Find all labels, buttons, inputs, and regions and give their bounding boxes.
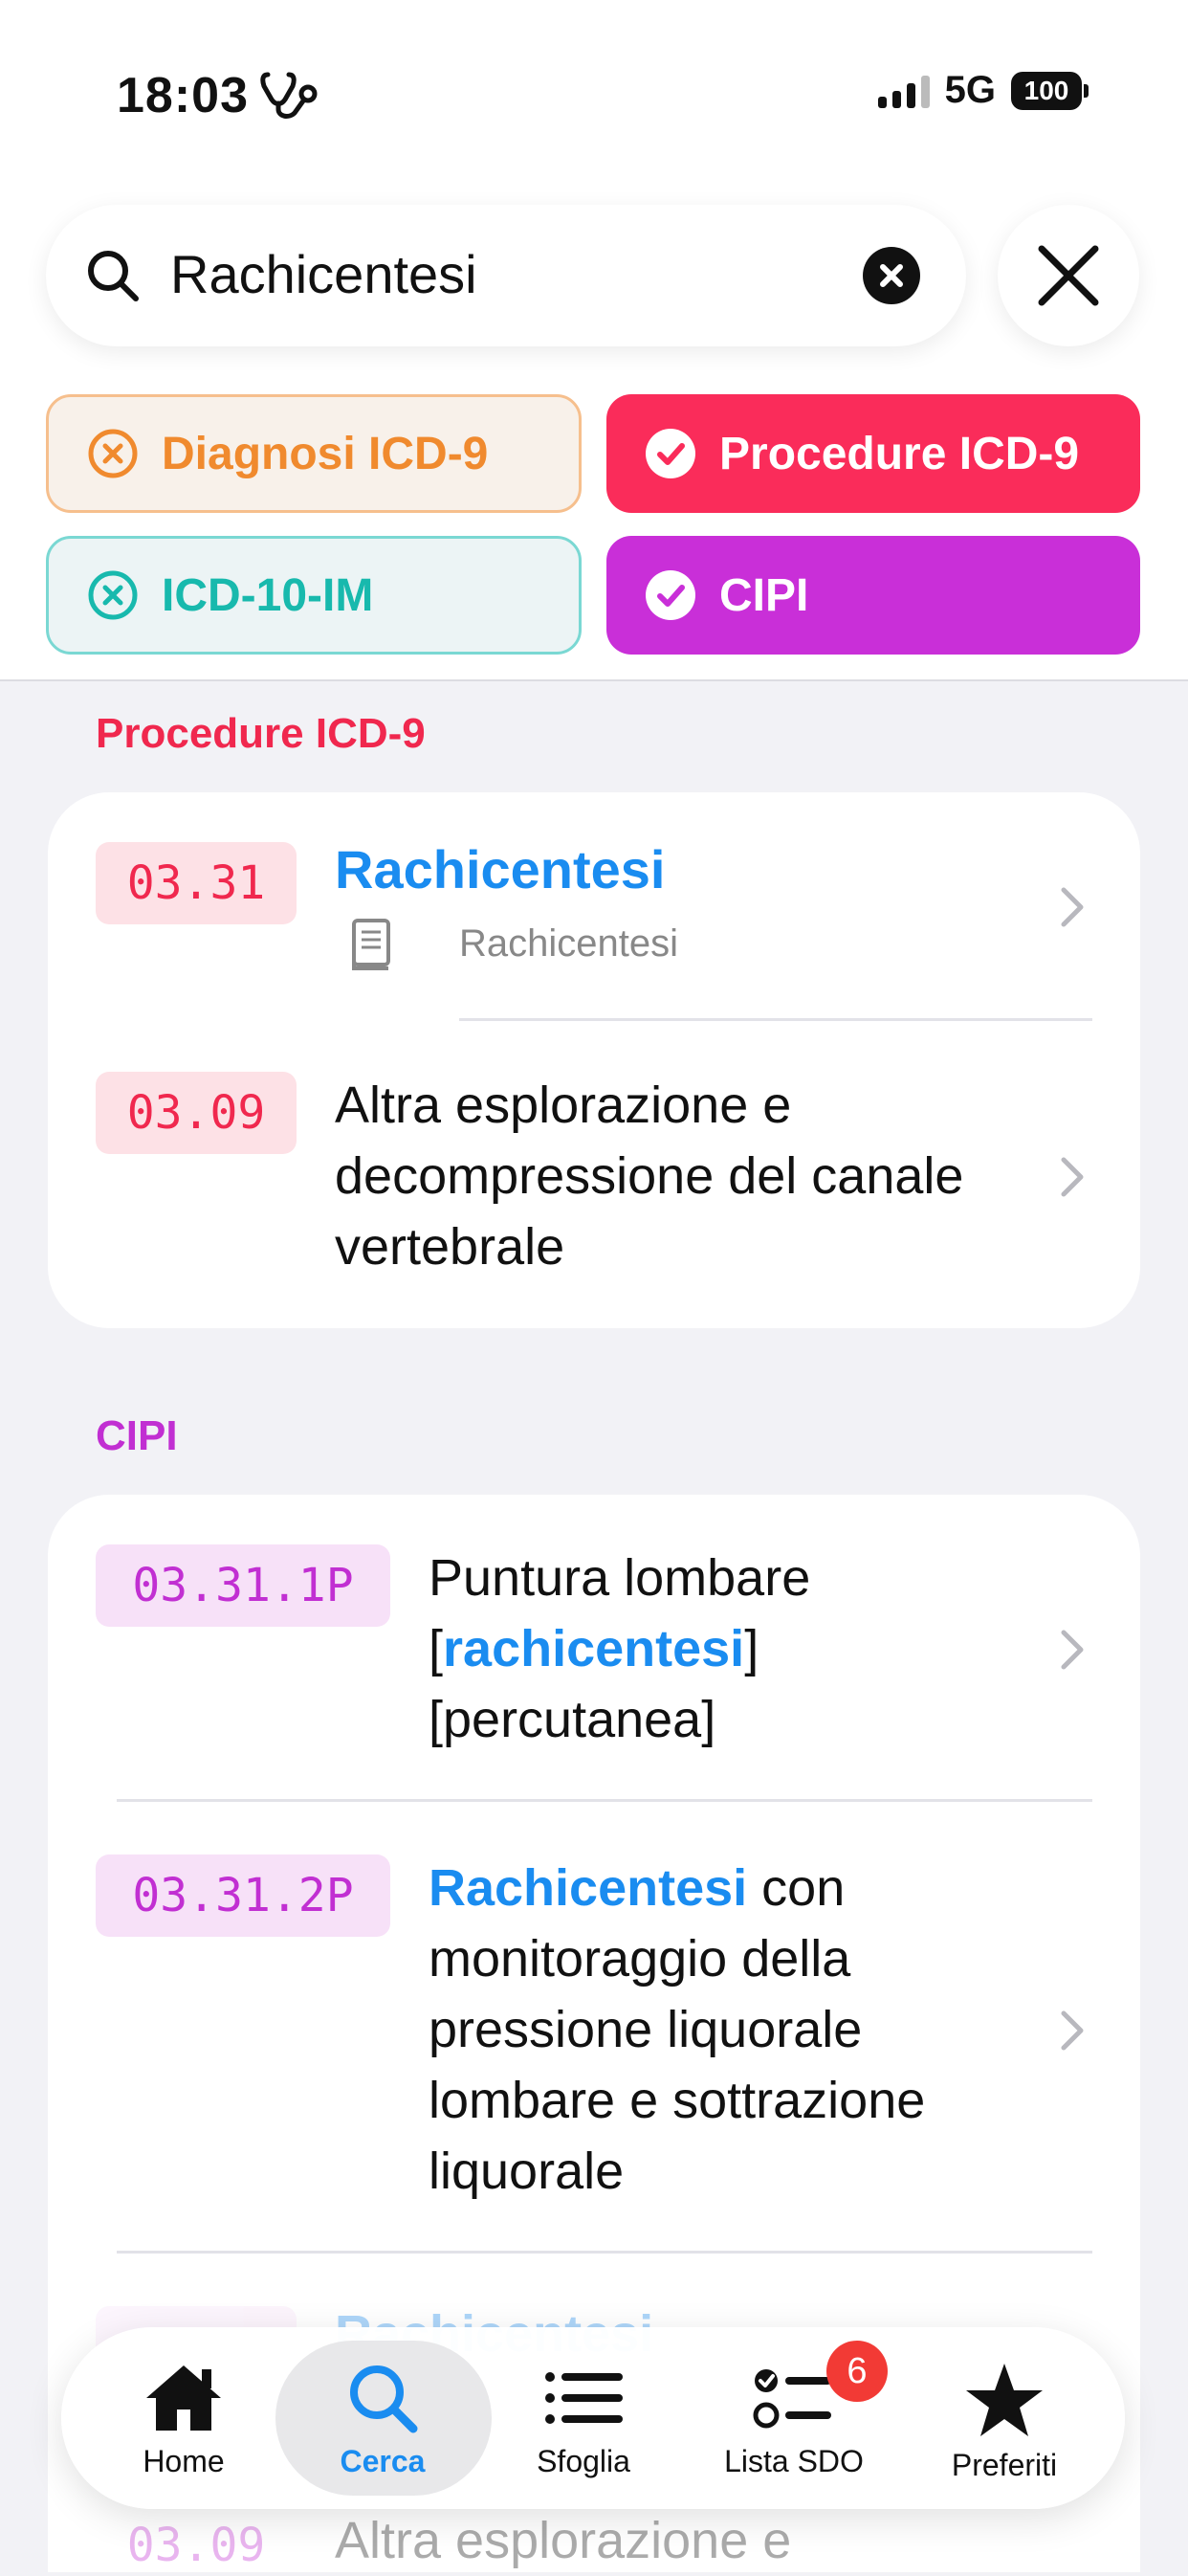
- code-badge: 03.31: [96, 842, 297, 924]
- result-subtitle: Rachicentesi: [459, 922, 679, 965]
- chevron-right-icon: [1061, 887, 1084, 927]
- house-icon: [146, 2365, 221, 2431]
- desc-line: Puntura lombare: [429, 1549, 811, 1607]
- filter-cipi[interactable]: CIPI: [606, 536, 1140, 655]
- filter-diagnosi-icd9[interactable]: Diagnosi ICD-9: [46, 394, 582, 513]
- status-time: 18:03: [117, 68, 249, 123]
- desc-line: Altra esplorazione e: [335, 2512, 792, 2569]
- battery-icon: 100: [1011, 71, 1089, 110]
- divider: [459, 1018, 1092, 1021]
- close-search-button[interactable]: [998, 205, 1139, 346]
- tab-browse[interactable]: Sfoglia: [488, 2327, 679, 2509]
- section-title-cipi: CIPI: [96, 1412, 178, 1459]
- bracket: ]: [744, 1620, 759, 1677]
- clear-icon: [880, 264, 903, 287]
- tab-label: Home: [143, 2444, 225, 2478]
- desc-line: decompressione del canale: [335, 1147, 964, 1205]
- tab-label: Lista SDO: [724, 2444, 864, 2478]
- result-title: Rachicentesi: [335, 839, 666, 899]
- search-input[interactable]: Rachicentesi: [170, 243, 477, 305]
- desc-line: pressione liquorale: [429, 2001, 863, 2058]
- filter-label: ICD-10-IM: [162, 569, 374, 621]
- checkmark-circle-icon: [646, 570, 695, 620]
- tab-label: Preferiti: [951, 2448, 1058, 2482]
- filter-label: Diagnosi ICD-9: [162, 428, 489, 479]
- result-description: Altra esplorazione e decompressione del …: [335, 1070, 1023, 1282]
- desc-line: Rachicentesi con: [429, 1853, 1041, 1923]
- desc-line: liquorale: [429, 2143, 625, 2200]
- search-icon: [88, 251, 139, 301]
- desc-line: vertebrale: [335, 1218, 565, 1276]
- tab-home[interactable]: Home: [88, 2327, 279, 2509]
- list-icon: [545, 2372, 623, 2424]
- result-description: Puntura lombare [rachicentesi] [percutan…: [429, 1543, 1041, 1755]
- close-icon: [1038, 245, 1099, 306]
- checkmark-circle-icon: [646, 429, 695, 478]
- desc-line: lombare e sottrazione: [429, 2072, 926, 2129]
- search-highlight: rachicentesi: [443, 1620, 745, 1677]
- code-badge: 03.09: [126, 2519, 266, 2572]
- code-badge: 03.09: [96, 1072, 297, 1154]
- chevron-right-icon: [1061, 1157, 1084, 1197]
- tab-label: Sfoglia: [537, 2444, 630, 2478]
- checklist-icon: [753, 2369, 831, 2429]
- x-circle-icon: [88, 570, 138, 620]
- divider: [117, 1799, 1092, 1802]
- network-type: 5G: [944, 69, 996, 111]
- desc-line: Altra esplorazione e: [335, 1077, 792, 1134]
- stethoscope-icon: [260, 72, 318, 119]
- code-badge: 03.31.1P: [96, 1544, 390, 1627]
- x-circle-icon: [88, 429, 138, 478]
- tab-label: Cerca: [340, 2444, 426, 2478]
- magnifier-icon: [350, 2365, 418, 2433]
- filter-label: Procedure ICD-9: [719, 428, 1080, 479]
- tab-search[interactable]: Cerca: [287, 2327, 478, 2509]
- filter-label: CIPI: [719, 569, 809, 621]
- desc-line: [rachicentesi]: [429, 1613, 1041, 1684]
- result-description: Rachicentesi con monitoraggio della pres…: [429, 1853, 1041, 2207]
- tab-favorites[interactable]: Preferiti: [909, 2327, 1100, 2509]
- chevron-right-icon: [1061, 2010, 1084, 2051]
- clear-search-button[interactable]: [863, 247, 920, 304]
- battery-level: 100: [1011, 71, 1082, 110]
- book-icon: [352, 919, 390, 970]
- bracket: [: [429, 1620, 444, 1677]
- search-highlight: Rachicentesi: [429, 1859, 748, 1917]
- desc-line: monitoraggio della: [429, 1930, 851, 1988]
- notification-badge: 6: [826, 2341, 888, 2402]
- status-indicators: 5G 100: [877, 69, 1089, 112]
- divider: [117, 2251, 1092, 2254]
- desc-line: [percutanea]: [429, 1691, 716, 1748]
- filter-icd10-im[interactable]: ICD-10-IM: [46, 536, 582, 655]
- cellular-signal-icon: [877, 74, 930, 108]
- chevron-right-icon: [1061, 1630, 1084, 1670]
- section-title-procedure-icd9: Procedure ICD-9: [96, 710, 426, 757]
- code-badge: 03.31.2P: [96, 1854, 390, 1937]
- filter-procedure-icd9[interactable]: Procedure ICD-9: [606, 394, 1140, 513]
- star-icon: [966, 2364, 1043, 2436]
- desc-text: con: [747, 1859, 846, 1917]
